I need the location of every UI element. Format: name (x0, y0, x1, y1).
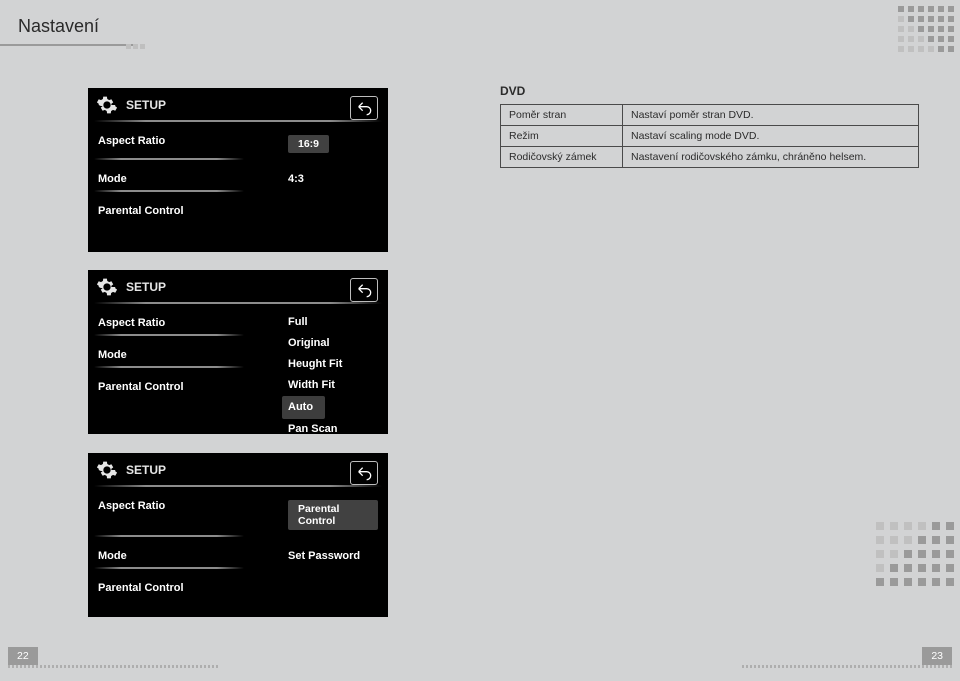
option-original[interactable]: Original (288, 333, 342, 354)
menu-mode[interactable]: Mode (88, 336, 248, 366)
option-width-fit[interactable]: Width Fit (288, 375, 342, 396)
option-auto-selected[interactable]: Auto (282, 396, 325, 419)
menu-mode[interactable]: Mode (88, 160, 248, 190)
page-title: Nastavení (18, 16, 99, 37)
dvd-settings-table: Poměr stran Nastaví poměr stran DVD. Rež… (500, 104, 919, 168)
cell-label: Poměr stran (501, 105, 623, 126)
back-icon[interactable] (350, 461, 378, 485)
setup-label: SETUP (126, 463, 166, 477)
title-underline (0, 44, 136, 46)
table-row: Režim Nastaví scaling mode DVD. (501, 126, 919, 147)
value-aspect-ratio: 16:9 (248, 122, 388, 158)
cell-desc: Nastavení rodičovského zámku, chráněno h… (623, 147, 919, 168)
menu-mode[interactable]: Mode (88, 537, 248, 567)
gear-icon (96, 459, 118, 481)
value-set-password: Set Password (248, 537, 388, 567)
setup-label: SETUP (126, 98, 166, 112)
setup-panel-mode-options: SETUP Aspect Ratio Mode Parental Control… (88, 270, 388, 434)
option-height-fit[interactable]: Heught Fit (288, 354, 342, 375)
back-icon[interactable] (350, 278, 378, 302)
setup-label: SETUP (126, 280, 166, 294)
ornament-top-right (898, 6, 954, 52)
value-mode: 4:3 (248, 160, 388, 190)
value-parental-control: Parental Control (248, 487, 388, 535)
menu-parental-control[interactable]: Parental Control (88, 192, 248, 222)
cell-desc: Nastaví scaling mode DVD. (623, 126, 919, 147)
table-row: Rodičovský zámek Nastavení rodičovského … (501, 147, 919, 168)
gear-icon (96, 94, 118, 116)
cell-label: Režim (501, 126, 623, 147)
gear-icon (96, 276, 118, 298)
menu-aspect-ratio[interactable]: Aspect Ratio (88, 487, 248, 535)
cell-label: Rodičovský zámek (501, 147, 623, 168)
menu-parental-control[interactable]: Parental Control (88, 569, 248, 599)
back-icon[interactable] (350, 96, 378, 120)
option-pan-scan[interactable]: Pan Scan (288, 419, 342, 440)
dvd-heading: DVD (500, 84, 525, 98)
menu-aspect-ratio[interactable]: Aspect Ratio (88, 122, 248, 158)
table-row: Poměr stran Nastaví poměr stran DVD. (501, 105, 919, 126)
page-number-left: 22 (8, 647, 38, 665)
cell-desc: Nastaví poměr stran DVD. (623, 105, 919, 126)
page-number-right: 23 (922, 647, 952, 665)
footer: 22 23 (0, 647, 960, 671)
mode-options-list: Full Original Heught Fit Width Fit Auto … (288, 312, 342, 440)
setup-panel-parental: SETUP Aspect Ratio Parental Control Mode… (88, 453, 388, 617)
ornament-bottom-right (876, 522, 954, 586)
decoration-dots (126, 44, 145, 49)
setup-panel-aspect: SETUP Aspect Ratio 16:9 Mode 4:3 Parenta… (88, 88, 388, 252)
option-full[interactable]: Full (288, 312, 342, 333)
footer-line-right (742, 665, 952, 668)
footer-line-left (8, 665, 218, 668)
menu-aspect-ratio[interactable]: Aspect Ratio (88, 304, 248, 334)
menu-parental-control[interactable]: Parental Control (88, 368, 248, 398)
